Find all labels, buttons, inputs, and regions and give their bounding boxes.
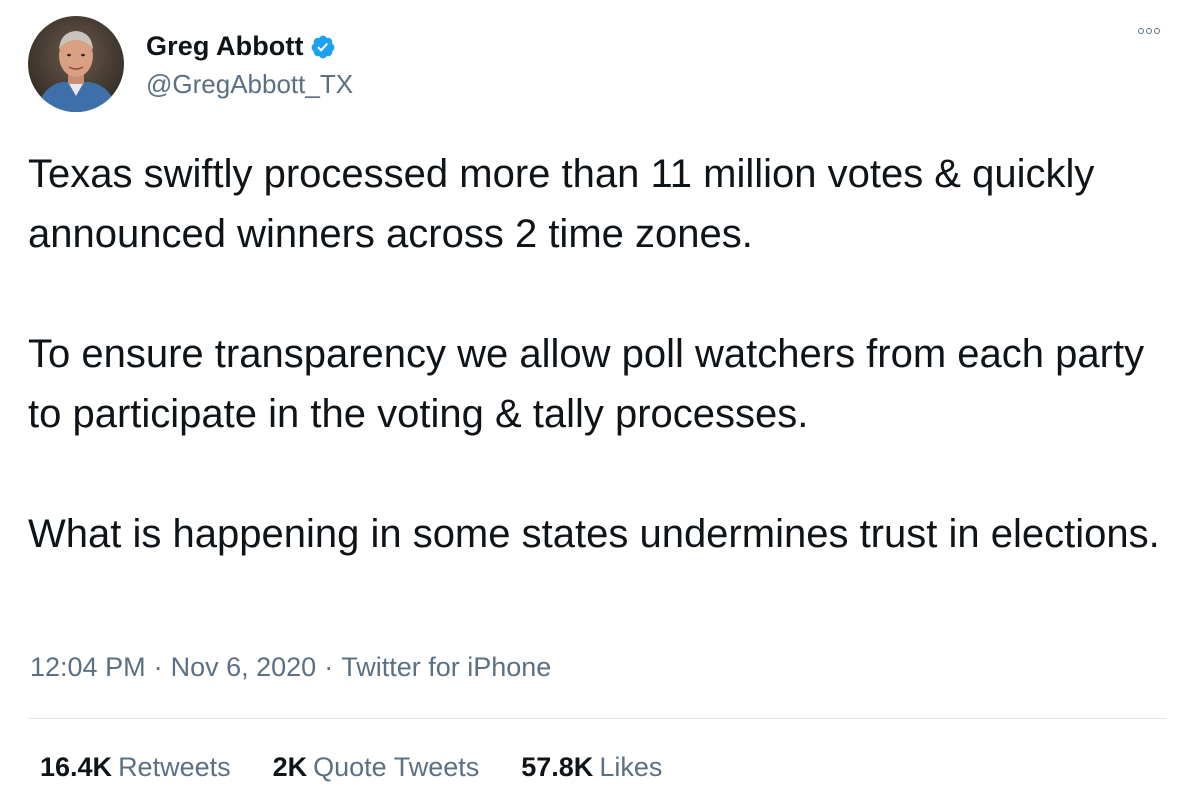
divider	[28, 718, 1166, 719]
display-name-row: Greg Abbott	[146, 29, 353, 65]
retweets-count: 16.4K	[40, 752, 113, 782]
more-dot	[1146, 28, 1152, 34]
tweet-header: Greg Abbott @GregAbbott_TX	[28, 16, 353, 112]
quote-tweets-count: 2K	[272, 752, 308, 782]
more-options-icon[interactable]	[1138, 28, 1160, 34]
more-dot	[1138, 28, 1144, 34]
tweet-text: Texas swiftly processed more than 11 mil…	[28, 144, 1178, 564]
tweet-time[interactable]: 12:04 PM	[30, 652, 146, 683]
likes-label: Likes	[599, 752, 663, 782]
more-dot	[1154, 28, 1160, 34]
tweet-paragraph: What is happening in some states undermi…	[28, 512, 1160, 556]
author-handle[interactable]: @GregAbbott_TX	[146, 69, 353, 100]
quote-tweets-stat[interactable]: 2K Quote Tweets	[273, 752, 480, 783]
likes-stat[interactable]: 57.8K Likes	[521, 752, 662, 783]
avatar-photo	[28, 16, 124, 112]
tweet-stats: 16.4K Retweets 2K Quote Tweets 57.8K Lik…	[40, 752, 704, 783]
likes-count: 57.8K	[521, 752, 594, 782]
tweet-meta: 12:04 PM · Nov 6, 2020 · Twitter for iPh…	[30, 652, 551, 683]
retweets-stat[interactable]: 16.4K Retweets	[40, 752, 231, 783]
author-names: Greg Abbott @GregAbbott_TX	[146, 29, 353, 100]
meta-separator: ·	[153, 652, 163, 682]
tweet-paragraph: Texas swiftly processed more than 11 mil…	[28, 152, 1095, 256]
tweet-paragraph: To ensure transparency we allow poll wat…	[28, 332, 1145, 436]
meta-separator: ·	[324, 652, 334, 682]
retweets-label: Retweets	[118, 752, 231, 782]
verified-badge-icon	[310, 34, 336, 60]
tweet-date[interactable]: Nov 6, 2020	[171, 652, 317, 683]
display-name[interactable]: Greg Abbott	[146, 31, 304, 62]
avatar[interactable]	[28, 16, 124, 112]
tweet-source-link[interactable]: Twitter for iPhone	[341, 652, 551, 683]
quote-tweets-label: Quote Tweets	[313, 752, 480, 782]
tweet-card: Greg Abbott @GregAbbott_TX Texas swiftly…	[0, 0, 1200, 799]
